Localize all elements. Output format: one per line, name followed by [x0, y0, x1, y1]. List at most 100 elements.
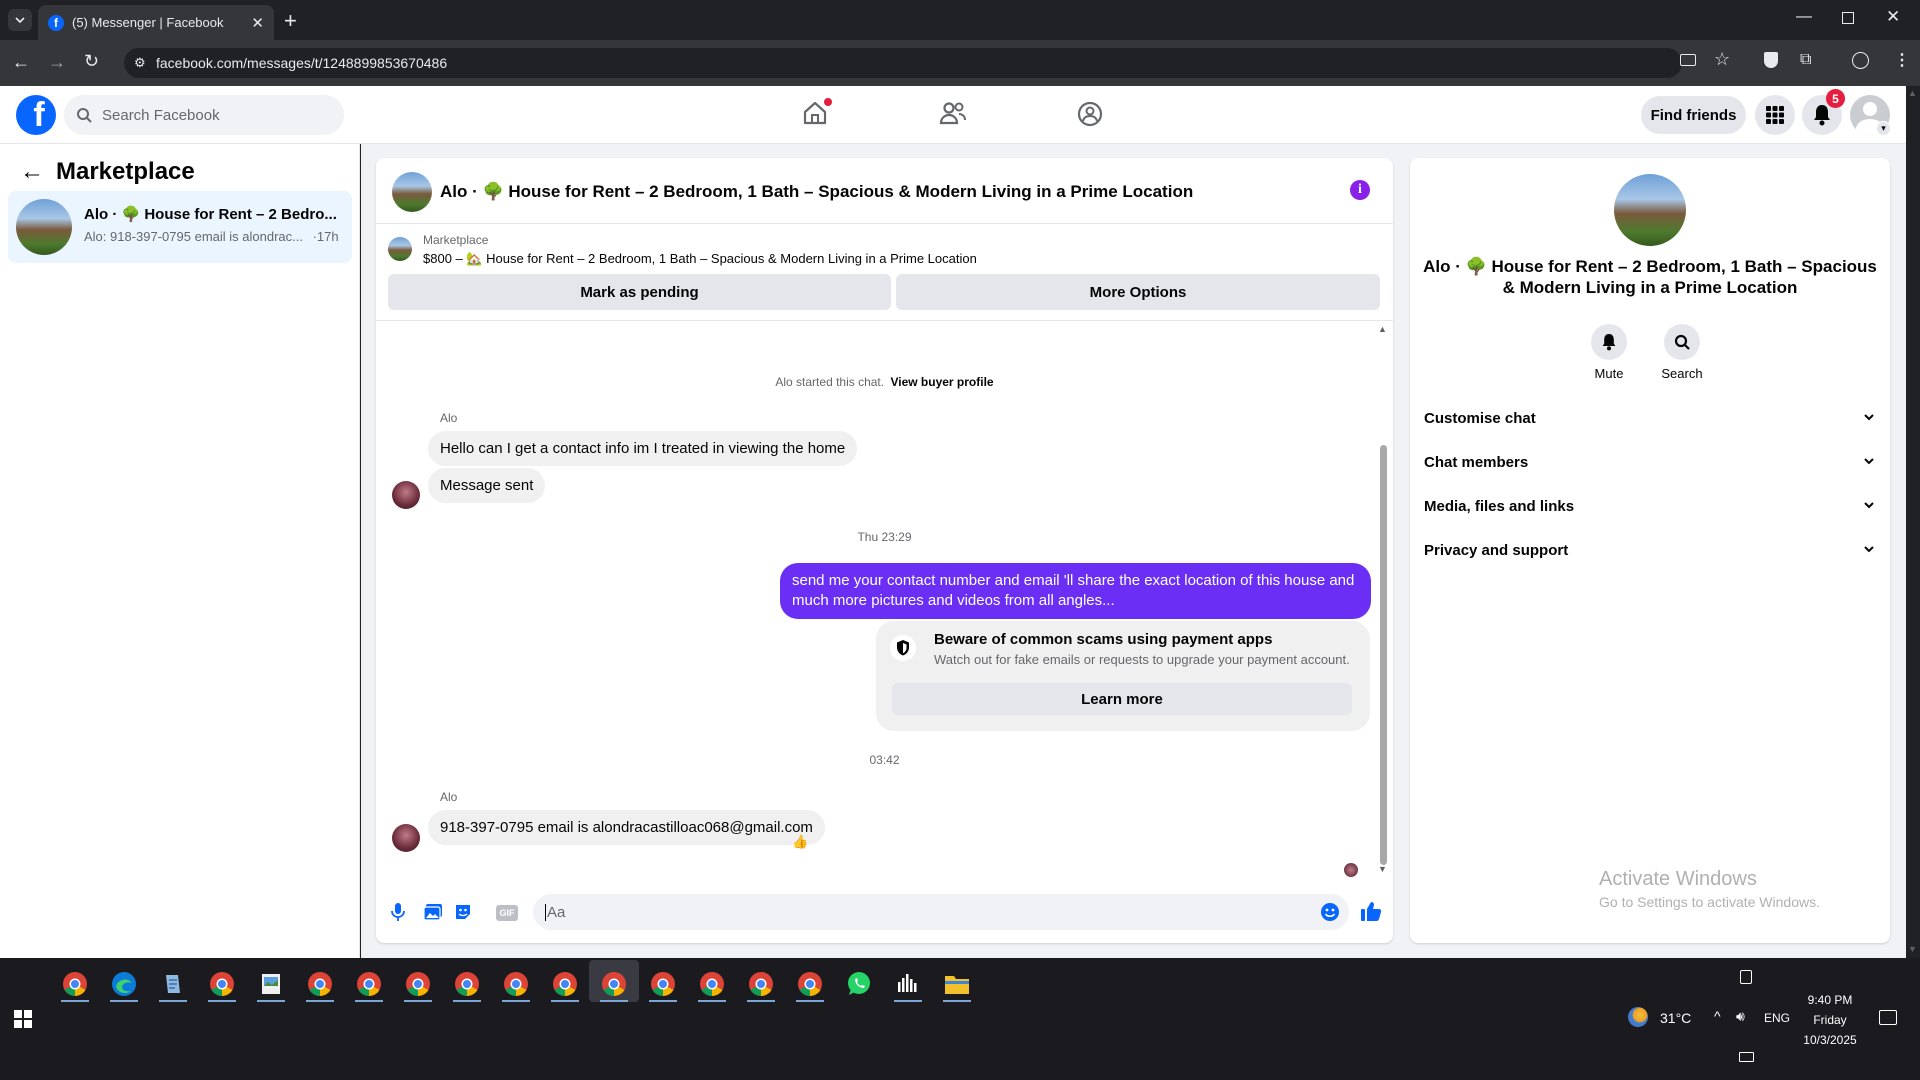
extension-shield-icon[interactable]	[1764, 52, 1778, 68]
section-label: Chat members	[1424, 454, 1529, 471]
listing-banner-detail[interactable]: $800 – 🏡 House for Rent – 2 Bedroom, 1 B…	[423, 251, 977, 267]
mark-as-pending-button[interactable]: Mark as pending	[388, 274, 891, 310]
notification-center-icon[interactable]	[1879, 1010, 1897, 1025]
facebook-favicon-icon: f	[48, 14, 64, 31]
emoji-icon[interactable]	[1320, 902, 1340, 922]
notepad-taskbar-icon[interactable]	[155, 966, 191, 1002]
audio-app-taskbar-icon[interactable]	[890, 966, 926, 1002]
file-explorer-taskbar-icon[interactable]	[939, 966, 975, 1002]
close-window-button[interactable]: ✕	[1886, 7, 1900, 27]
site-info-icon[interactable]: ⚙	[134, 55, 146, 71]
forward-icon[interactable]: →	[48, 52, 66, 73]
new-tab-button[interactable]: +	[284, 8, 297, 34]
language-indicator[interactable]: ENG	[1764, 1011, 1790, 1025]
browser-menu-icon[interactable]: ⋮	[1894, 50, 1910, 70]
chrome-taskbar-icon-active[interactable]	[596, 966, 632, 1002]
browser-tab[interactable]: f (5) Messenger | Facebook ✕	[38, 5, 274, 40]
chrome-taskbar-icon[interactable]	[792, 966, 828, 1002]
customise-chat-section[interactable]: Customise chat	[1424, 410, 1876, 434]
reaction-emoji[interactable]: 👍	[792, 834, 808, 850]
whatsapp-taskbar-icon[interactable]	[841, 966, 877, 1002]
info-button[interactable]: i	[1350, 180, 1370, 200]
groups-nav-icon[interactable]	[1077, 101, 1103, 127]
chrome-taskbar-icon[interactable]	[57, 966, 93, 1002]
volume-icon[interactable]: 🔊︎	[1736, 1008, 1745, 1025]
tray-monitor-icon[interactable]	[1739, 1052, 1754, 1062]
chrome-taskbar-icon[interactable]	[498, 966, 534, 1002]
message-bubble[interactable]: Message sent	[428, 468, 546, 503]
extensions-puzzle-icon[interactable]: ⧉	[1800, 51, 1811, 69]
restore-button[interactable]	[1842, 12, 1854, 24]
account-chevron-icon[interactable]: ▾	[1876, 121, 1891, 136]
weather-icon[interactable]	[1628, 1007, 1648, 1027]
media-files-links-section[interactable]: Media, files and links	[1424, 498, 1876, 522]
find-friends-button[interactable]: Find friends	[1641, 96, 1746, 134]
shield-icon	[890, 635, 916, 661]
notification-badge: 5	[1826, 89, 1845, 108]
start-button[interactable]	[14, 1010, 32, 1028]
facebook-logo-icon[interactable]: f	[16, 95, 56, 135]
chat-scrollbar[interactable]	[1380, 445, 1387, 865]
reload-icon[interactable]: ↻	[84, 51, 99, 72]
my-message-bubble[interactable]: send me your contact number and email 'l…	[780, 563, 1371, 619]
search-button[interactable]	[1664, 324, 1700, 360]
chat-header-title[interactable]: Alo · 🌳 House for Rent – 2 Bedroom, 1 Ba…	[440, 182, 1193, 202]
learn-more-button[interactable]: Learn more	[892, 683, 1352, 715]
mute-button[interactable]	[1591, 324, 1627, 360]
show-hidden-icons-icon[interactable]: ^	[1714, 1008, 1721, 1024]
scroll-down-arrow[interactable]: ▼	[1378, 864, 1387, 874]
chrome-taskbar-icon[interactable]	[645, 966, 681, 1002]
chrome-taskbar-icon[interactable]	[743, 966, 779, 1002]
scroll-up-arrow[interactable]: ▲	[1378, 324, 1387, 334]
message-input[interactable]: Aa	[533, 894, 1349, 930]
more-options-button[interactable]: More Options	[896, 274, 1380, 310]
install-app-icon[interactable]	[1680, 54, 1696, 66]
chrome-taskbar-icon[interactable]	[351, 966, 387, 1002]
thumbs-up-icon[interactable]	[1360, 900, 1382, 922]
chat-started-note: Alo started this chat. View buyer profil…	[376, 375, 1393, 389]
minimize-button[interactable]: —	[1796, 8, 1812, 26]
view-buyer-profile-link[interactable]: View buyer profile	[890, 375, 993, 389]
photo-icon[interactable]	[423, 903, 443, 921]
chrome-taskbar-icon[interactable]	[302, 966, 338, 1002]
chrome-taskbar-icon[interactable]	[400, 966, 436, 1002]
bookmark-star-icon[interactable]: ☆	[1714, 49, 1730, 70]
taskbar-active-indicator	[159, 1000, 187, 1002]
message-bubble[interactable]: Hello can I get a contact info im I trea…	[428, 431, 858, 466]
chat-members-section[interactable]: Chat members	[1424, 454, 1876, 478]
back-icon[interactable]: ←	[12, 52, 30, 73]
close-tab-icon[interactable]: ✕	[251, 14, 264, 32]
home-nav-icon[interactable]	[802, 98, 832, 126]
page-scroll-down-arrow[interactable]: ▼	[1908, 944, 1917, 954]
tab-list-button[interactable]	[8, 9, 32, 31]
microphone-icon[interactable]	[391, 902, 405, 922]
edge-taskbar-icon[interactable]	[106, 966, 142, 1002]
tray-device-icon[interactable]	[1740, 970, 1752, 984]
taskbar-active-indicator	[61, 1000, 89, 1002]
sidebar-title: Marketplace	[56, 158, 195, 185]
back-arrow-icon[interactable]: ←	[20, 158, 44, 186]
taskbar-active-indicator	[355, 1000, 383, 1002]
address-bar[interactable]: ⚙ facebook.com/messages/t/12488998536704…	[124, 48, 1682, 78]
chevron-down-icon	[1862, 542, 1876, 556]
gif-icon[interactable]: GIF	[496, 905, 518, 921]
conversation-item[interactable]: Alo · 🌳 House for Rent – 2 Bedro... Alo:…	[8, 191, 352, 263]
message-bubble[interactable]: 918-397-0795 email is alondracastilloac0…	[428, 810, 825, 845]
chrome-taskbar-icon[interactable]	[694, 966, 730, 1002]
windows-logo-icon	[14, 1010, 32, 1028]
temperature[interactable]: 31°C	[1660, 1010, 1691, 1026]
chrome-taskbar-icon[interactable]	[449, 966, 485, 1002]
home-badge-dot	[824, 98, 832, 106]
clock[interactable]: 9:40 PM Friday 10/3/2025	[1790, 990, 1870, 1050]
chrome-taskbar-icon[interactable]	[547, 966, 583, 1002]
chrome-taskbar-icon[interactable]	[204, 966, 240, 1002]
facebook-search-input[interactable]: Search Facebook	[64, 95, 344, 135]
sticker-icon[interactable]	[454, 903, 472, 921]
paint-taskbar-icon[interactable]	[253, 966, 289, 1002]
friends-nav-icon[interactable]	[939, 101, 967, 125]
profile-icon[interactable]	[1852, 52, 1869, 69]
privacy-support-section[interactable]: Privacy and support	[1424, 542, 1876, 566]
menu-grid-button[interactable]	[1755, 95, 1795, 135]
sender-name: Alo	[440, 790, 458, 804]
page-scroll-up-arrow[interactable]: ▲	[1908, 88, 1917, 98]
